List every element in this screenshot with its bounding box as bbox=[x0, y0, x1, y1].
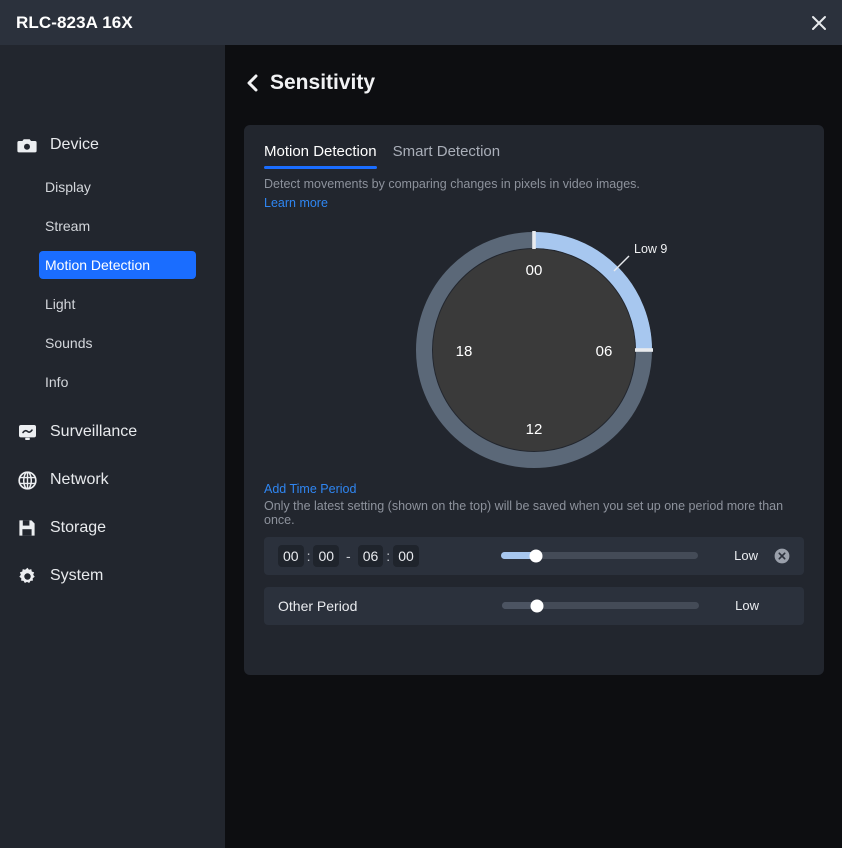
other-period-label: Other Period bbox=[278, 597, 358, 614]
monitor-icon bbox=[16, 421, 38, 443]
sidebar-subitem-label: Stream bbox=[45, 218, 91, 234]
dial-callout-leader bbox=[613, 255, 630, 272]
sidebar-item-label: System bbox=[50, 567, 104, 584]
sidebar-item-network[interactable]: Network bbox=[0, 463, 225, 497]
dial-hour-label-12: 12 bbox=[526, 421, 543, 438]
close-window-button[interactable] bbox=[796, 0, 842, 45]
sidebar-item-label: Storage bbox=[50, 519, 107, 536]
globe-icon bbox=[16, 469, 38, 491]
tab-bar: Motion Detection Smart Detection bbox=[244, 125, 824, 169]
dial-hour-label-00: 00 bbox=[526, 262, 543, 279]
dial-callout-label: Low 9 bbox=[634, 242, 667, 256]
add-period-note: Only the latest setting (shown on the to… bbox=[264, 498, 784, 527]
dial-hour-label-06: 06 bbox=[596, 343, 613, 360]
tab-smart-detection[interactable]: Smart Detection bbox=[393, 143, 501, 169]
sensitivity-level-label: Low bbox=[734, 548, 758, 564]
end-time-colon: : bbox=[386, 547, 391, 564]
sidebar-item-surveillance[interactable]: Surveillance bbox=[0, 415, 225, 449]
sidebar-item-label: Surveillance bbox=[50, 423, 138, 440]
dial-hour-label-18: 18 bbox=[456, 343, 473, 360]
sidebar-subitem-label: Light bbox=[45, 296, 76, 312]
row-spacer bbox=[775, 598, 790, 613]
schedule-dial[interactable]: 00 06 12 18 Low 9 bbox=[244, 212, 824, 474]
sidebar-subitem-label: Display bbox=[45, 179, 91, 195]
title-bar: RLC-823A 16X bbox=[0, 0, 842, 45]
sidebar-item-display[interactable]: Display bbox=[39, 173, 196, 201]
sidebar-subitem-label: Sounds bbox=[45, 335, 93, 351]
description-text: Detect movements by comparing changes in… bbox=[264, 177, 640, 191]
app-window: RLC-823A 16X Device Display Stream Motio… bbox=[0, 0, 842, 848]
learn-more-link[interactable]: Learn more bbox=[264, 196, 328, 210]
sidebar-group-device: Device Display Stream Motion Detection L… bbox=[0, 128, 225, 396]
add-time-period-link[interactable]: Add Time Period bbox=[264, 482, 356, 496]
camera-icon bbox=[16, 134, 38, 156]
sidebar-item-label: Network bbox=[50, 471, 109, 488]
sensitivity-card: Motion Detection Smart Detection Detect … bbox=[244, 125, 824, 675]
back-button[interactable] bbox=[245, 73, 259, 93]
time-range-editor: 00 : 00 - 06 : 00 bbox=[278, 544, 419, 567]
other-sensitivity-slider[interactable] bbox=[502, 599, 699, 613]
start-minute-input[interactable]: 00 bbox=[313, 544, 340, 567]
sidebar-item-label: Device bbox=[50, 136, 99, 153]
page-title: Sensitivity bbox=[270, 71, 376, 94]
start-time-colon: : bbox=[306, 547, 311, 564]
end-minute-input[interactable]: 00 bbox=[393, 544, 419, 567]
time-period-row: 00 : 00 - 06 : 00 Low bbox=[264, 536, 804, 575]
sidebar-item-sounds[interactable]: Sounds bbox=[39, 329, 196, 357]
sidebar-item-light[interactable]: Light bbox=[39, 290, 196, 318]
sidebar-item-motion-detection[interactable]: Motion Detection bbox=[39, 251, 196, 279]
sidebar-item-storage[interactable]: Storage bbox=[0, 511, 225, 545]
tab-motion-detection[interactable]: Motion Detection bbox=[264, 143, 377, 169]
other-period-row: Other Period Low bbox=[264, 586, 804, 625]
time-range-dash: - bbox=[346, 547, 351, 564]
sidebar-item-system[interactable]: System bbox=[0, 559, 225, 593]
remove-period-button[interactable] bbox=[774, 548, 790, 564]
page-header: Sensitivity bbox=[225, 45, 842, 95]
close-circle-icon bbox=[774, 548, 790, 564]
chevron-left-icon bbox=[247, 74, 258, 92]
sensitivity-slider[interactable] bbox=[501, 549, 698, 563]
slider-thumb[interactable] bbox=[530, 599, 544, 613]
gear-icon bbox=[16, 565, 38, 587]
dial-svg: 00 06 12 18 Low 9 bbox=[416, 230, 667, 468]
close-icon bbox=[812, 15, 826, 30]
sidebar-subitem-label: Info bbox=[45, 374, 69, 390]
dial-start-handle[interactable] bbox=[532, 230, 536, 249]
end-hour-input[interactable]: 06 bbox=[357, 544, 384, 567]
floppy-disk-icon bbox=[16, 517, 38, 539]
sidebar-item-device[interactable]: Device bbox=[0, 128, 225, 162]
dial-end-handle[interactable] bbox=[635, 347, 653, 352]
start-hour-input[interactable]: 00 bbox=[278, 544, 304, 567]
sidebar: Device Display Stream Motion Detection L… bbox=[0, 45, 225, 848]
other-sensitivity-level-label: Low bbox=[735, 598, 759, 614]
sidebar-subitem-label: Motion Detection bbox=[45, 257, 151, 273]
device-name-title: RLC-823A 16X bbox=[16, 12, 133, 32]
main-content: Sensitivity Motion Detection Smart Detec… bbox=[225, 45, 842, 848]
sidebar-item-info[interactable]: Info bbox=[39, 368, 196, 396]
slider-thumb[interactable] bbox=[529, 549, 543, 563]
sidebar-item-stream[interactable]: Stream bbox=[39, 212, 196, 240]
